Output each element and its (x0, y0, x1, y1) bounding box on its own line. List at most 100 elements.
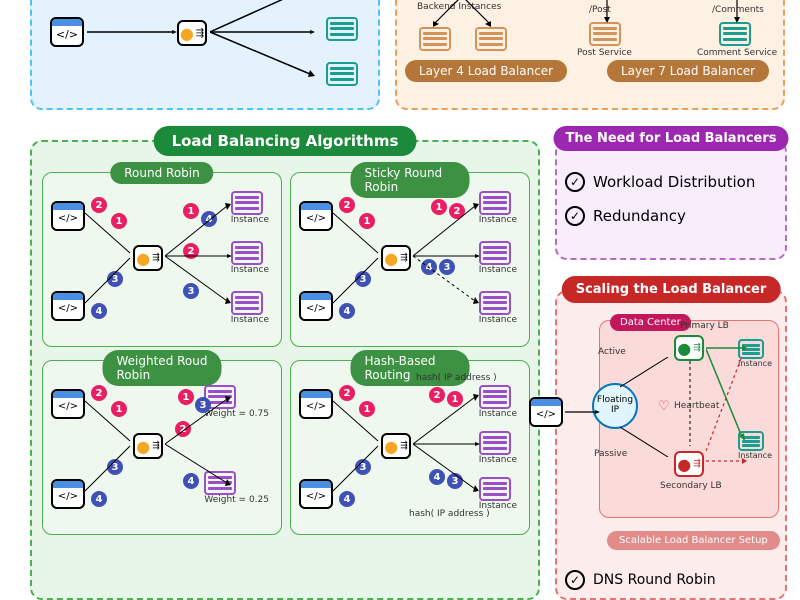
client-icon: </> (529, 397, 563, 427)
num-icon: 4 (339, 491, 355, 507)
num-icon: 1 (359, 213, 375, 229)
algorithms-title: Load Balancing Algorithms (154, 126, 417, 156)
num-icon: 3 (107, 271, 123, 287)
client-icon: </> (51, 201, 85, 231)
num-icon: 1 (359, 401, 375, 417)
server-icon (326, 17, 358, 41)
num-icon: 3 (355, 271, 371, 287)
num-icon: 2 (429, 387, 445, 403)
need-title: The Need for Load Balancers (554, 126, 789, 151)
instance-label: Instance (738, 359, 772, 368)
instance-label: Instance (479, 265, 517, 275)
num-icon: 4 (421, 259, 437, 275)
num-icon: 3 (439, 259, 455, 275)
hash-label: hash( IP address ) (416, 373, 497, 383)
num-icon: 3 (195, 397, 211, 413)
round-robin-title: Round Robin (110, 162, 213, 184)
lb-icon: ●⇶ (133, 245, 163, 271)
client-icon: </> (51, 479, 85, 509)
post-label: /Post (589, 5, 611, 15)
num-icon: 2 (183, 243, 199, 259)
num-icon: 1 (111, 213, 127, 229)
secondary-label: Secondary LB (660, 481, 722, 491)
client-icon: </> (51, 389, 85, 419)
num-icon: 1 (183, 203, 199, 219)
layer-panel: ●⇶ Backend Instances Layer 4 Load Balanc… (395, 0, 785, 110)
num-icon: 1 (447, 391, 463, 407)
server-icon (231, 291, 263, 315)
algorithms-panel: Load Balancing Algorithms Round Robin </… (30, 140, 540, 600)
dns-item: DNS Round Robin (593, 572, 716, 588)
server-icon (231, 241, 263, 265)
secondary-lb-icon: ●⇶ (674, 451, 704, 477)
instance-label: Instance (479, 455, 517, 465)
weight-label: Weight = 0.25 (204, 495, 269, 505)
num-icon: 4 (201, 211, 217, 227)
num-icon: 4 (339, 303, 355, 319)
server-icon (419, 27, 451, 51)
weight-label: Weight = 0.75 (204, 409, 269, 419)
check-icon: ✓ (565, 172, 585, 192)
backend-label: Backend Instances (417, 2, 501, 12)
num-icon: 2 (91, 385, 107, 401)
passive-label: Passive (594, 449, 627, 459)
instance-label: Instance (738, 451, 772, 460)
client-icon: </> (299, 479, 333, 509)
instance-label: Instance (479, 315, 517, 325)
scaling-title: Scaling the Load Balancer (562, 276, 781, 303)
lb-icon: ●⇶ (177, 20, 207, 46)
check-icon: ✓ (565, 570, 585, 590)
num-icon: 4 (91, 491, 107, 507)
instance-label: Instance (479, 215, 517, 225)
need-item: Workload Distribution (593, 173, 755, 191)
num-icon: 2 (449, 203, 465, 219)
server-icon (479, 241, 511, 265)
active-label: Active (598, 347, 626, 357)
need-panel: The Need for Load Balancers ✓Workload Di… (555, 140, 787, 260)
num-icon: 3 (447, 473, 463, 489)
heart-icon: ♡ (658, 399, 670, 414)
num-icon: 3 (355, 459, 371, 475)
lb-icon: ●⇶ (381, 433, 411, 459)
round-robin-panel: Round Robin </> </> ●⇶ Instance Instance… (42, 172, 282, 347)
hash-panel: Hash-Based Routing hash( IP address ) </… (290, 360, 530, 535)
dc-badge: Data Center (610, 314, 691, 331)
server-icon (479, 191, 511, 215)
num-icon: 2 (91, 197, 107, 213)
server-icon (479, 477, 511, 501)
num-icon: 4 (183, 473, 199, 489)
post-service-label: Post Service (577, 48, 632, 58)
num-icon: 2 (175, 421, 191, 437)
primary-lb-icon: ●⇶ (674, 335, 704, 361)
weighted-title: Weighted Roud Robin (103, 350, 222, 386)
num-icon: 4 (91, 303, 107, 319)
layer4-badge: Layer 4 Load Balancer (405, 60, 567, 82)
server-icon (589, 22, 621, 46)
instance-label: Instance (231, 315, 269, 325)
need-item: Redundancy (593, 207, 686, 225)
setup-badge: Scalable Load Balancer Setup (607, 531, 780, 550)
scaling-panel: Scaling the Load Balancer Data Center Pr… (555, 290, 787, 600)
num-icon: 1 (111, 401, 127, 417)
check-icon: ✓ (565, 206, 585, 226)
client-icon: </> (299, 389, 333, 419)
server-icon (719, 22, 751, 46)
num-icon: 3 (183, 283, 199, 299)
client-icon: </> (299, 201, 333, 231)
num-icon: 3 (107, 459, 123, 475)
server-icon (479, 385, 511, 409)
server-icon (479, 431, 511, 455)
heartbeat-label: Heartbeat (674, 401, 719, 411)
layer7-badge: Layer 7 Load Balancer (607, 60, 769, 82)
num-icon: 2 (339, 385, 355, 401)
lb-icon: ●⇶ (133, 433, 163, 459)
sticky-title: Sticky Round Robin (351, 162, 470, 198)
comments-label: /Comments (712, 5, 764, 15)
server-icon (231, 191, 263, 215)
primary-label: Primary LB (680, 321, 729, 331)
weighted-panel: Weighted Roud Robin </> </> ●⇶ Weight = … (42, 360, 282, 535)
server-icon (738, 431, 764, 451)
server-icon (475, 27, 507, 51)
hash-label: hash( IP address ) (409, 509, 490, 519)
basic-lb-panel: </> ●⇶ (30, 0, 380, 110)
